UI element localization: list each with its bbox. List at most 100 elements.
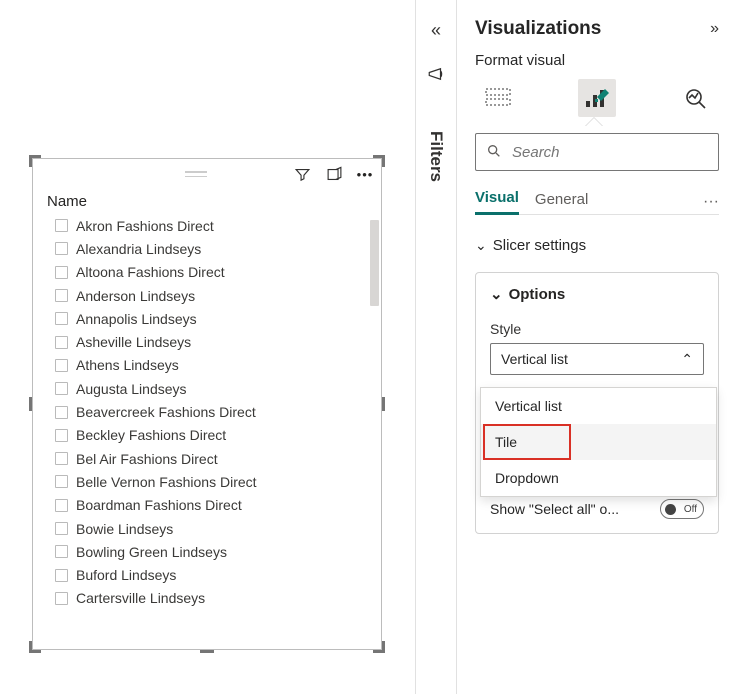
list-item-label: Boardman Fashions Direct xyxy=(76,497,242,513)
checkbox[interactable] xyxy=(55,359,68,372)
collapse-chevrons-icon[interactable]: « xyxy=(431,20,441,41)
tab-visual[interactable]: Visual xyxy=(475,189,519,215)
list-item-label: Altoona Fashions Direct xyxy=(76,264,225,280)
checkbox[interactable] xyxy=(55,592,68,605)
clear-filter-icon[interactable] xyxy=(289,161,315,187)
checkbox[interactable] xyxy=(55,569,68,582)
list-item-label: Augusta Lindseys xyxy=(76,381,187,397)
section-label: Slicer settings xyxy=(493,237,586,254)
list-item[interactable]: Athens Lindseys xyxy=(47,354,371,377)
checkbox[interactable] xyxy=(55,242,68,255)
list-item-label: Bel Air Fashions Direct xyxy=(76,451,218,467)
checkbox[interactable] xyxy=(55,312,68,325)
checkbox[interactable] xyxy=(55,545,68,558)
list-item-label: Bowling Green Lindseys xyxy=(76,544,227,560)
mode-pointer xyxy=(585,117,603,126)
focus-mode-icon[interactable] xyxy=(321,161,347,187)
format-mode-switch xyxy=(475,79,719,117)
format-visual-icon[interactable] xyxy=(578,79,616,117)
list-item[interactable]: Belle Vernon Fashions Direct xyxy=(47,470,371,493)
pane-title: Visualizations xyxy=(475,18,601,40)
resize-handle-right[interactable] xyxy=(382,397,385,411)
tabs-more-icon[interactable]: ··· xyxy=(703,193,719,211)
resize-corner-tl[interactable] xyxy=(29,155,41,167)
filters-icon[interactable] xyxy=(427,65,445,83)
checkbox[interactable] xyxy=(55,429,68,442)
build-visual-icon[interactable] xyxy=(479,79,517,117)
checkbox[interactable] xyxy=(55,266,68,279)
resize-handle-left[interactable] xyxy=(29,397,32,411)
style-option-dropdown[interactable]: Dropdown xyxy=(481,460,716,496)
list-item-label: Bowie Lindseys xyxy=(76,521,173,537)
list-item[interactable]: Buford Lindseys xyxy=(47,563,371,586)
style-selected-value: Vertical list xyxy=(501,351,568,367)
checkbox[interactable] xyxy=(55,475,68,488)
slicer-settings-section[interactable]: ⌄ Slicer settings xyxy=(475,237,719,254)
slicer-title: Name xyxy=(33,189,381,214)
scrollbar-thumb[interactable] xyxy=(370,220,379,306)
format-tabs: Visual General ··· xyxy=(475,189,719,215)
list-item[interactable]: Boardman Fashions Direct xyxy=(47,494,371,517)
drag-handle[interactable] xyxy=(185,171,207,177)
list-item-label: Asheville Lindseys xyxy=(76,334,191,350)
list-item-label: Beavercreek Fashions Direct xyxy=(76,404,256,420)
style-select[interactable]: Vertical list ⌃ xyxy=(490,343,704,375)
list-item-label: Buford Lindseys xyxy=(76,567,176,583)
more-options-icon[interactable]: ••• xyxy=(353,167,377,182)
visualizations-pane: Visualizations » Format visual Visual Ge… xyxy=(456,0,737,694)
list-item[interactable]: Akron Fashions Direct xyxy=(47,214,371,237)
list-item[interactable]: Cartersville Lindseys xyxy=(47,587,371,610)
checkbox[interactable] xyxy=(55,522,68,535)
tab-general[interactable]: General xyxy=(535,191,588,214)
list-item-label: Athens Lindseys xyxy=(76,357,179,373)
chevron-down-icon: ⌄ xyxy=(475,237,487,254)
style-option-tile[interactable]: Tile xyxy=(481,424,716,460)
checkbox[interactable] xyxy=(55,452,68,465)
switch-off[interactable]: Off xyxy=(660,499,704,519)
list-item[interactable]: Asheville Lindseys xyxy=(47,330,371,353)
resize-handle-bottom[interactable] xyxy=(200,650,214,653)
list-item[interactable]: Altoona Fashions Direct xyxy=(47,261,371,284)
list-item-label: Belle Vernon Fashions Direct xyxy=(76,474,257,490)
slicer-list[interactable]: Akron Fashions Direct Alexandria Lindseys… xyxy=(33,214,381,644)
filters-rail: « Filters xyxy=(416,0,456,694)
search-input[interactable] xyxy=(510,143,715,162)
list-item[interactable]: Anderson Lindseys xyxy=(47,284,371,307)
style-label: Style xyxy=(476,321,718,337)
checkbox[interactable] xyxy=(55,219,68,232)
filters-label[interactable]: Filters xyxy=(426,131,446,182)
checkbox[interactable] xyxy=(55,382,68,395)
list-item[interactable]: Alexandria Lindseys xyxy=(47,237,371,260)
format-search[interactable] xyxy=(475,133,719,171)
slicer-visual[interactable]: ••• Name Akron Fashions Direct Alexandria… xyxy=(32,158,382,650)
checkbox[interactable] xyxy=(55,406,68,419)
format-subheading: Format visual xyxy=(475,52,719,69)
analytics-icon[interactable] xyxy=(677,79,715,117)
list-item-label: Alexandria Lindseys xyxy=(76,241,201,257)
list-item-label: Anderson Lindseys xyxy=(76,288,195,304)
report-canvas: ••• Name Akron Fashions Direct Alexandria… xyxy=(0,0,416,694)
list-item[interactable]: Bowie Lindseys xyxy=(47,517,371,540)
style-dropdown: Vertical list Tile Dropdown xyxy=(480,387,717,497)
search-icon xyxy=(486,143,502,162)
toggle-select-all[interactable]: Show "Select all" o... Off xyxy=(490,499,704,519)
list-item[interactable]: Augusta Lindseys xyxy=(47,377,371,400)
toggle-label: Show "Select all" o... xyxy=(490,501,619,517)
list-item[interactable]: Bel Air Fashions Direct xyxy=(47,447,371,470)
list-item[interactable]: Beckley Fashions Direct xyxy=(47,424,371,447)
checkbox[interactable] xyxy=(55,289,68,302)
resize-corner-tr[interactable] xyxy=(373,155,385,167)
options-header[interactable]: ⌄ Options xyxy=(476,285,718,303)
list-item-label: Annapolis Lindseys xyxy=(76,311,197,327)
list-item[interactable]: Beavercreek Fashions Direct xyxy=(47,400,371,423)
visual-header: ••• xyxy=(33,159,381,189)
list-item-label: Akron Fashions Direct xyxy=(76,218,214,234)
list-item[interactable]: Annapolis Lindseys xyxy=(47,307,371,330)
checkbox[interactable] xyxy=(55,336,68,349)
list-item[interactable]: Bowling Green Lindseys xyxy=(47,540,371,563)
collapse-pane-icon[interactable]: » xyxy=(710,20,719,38)
chevron-down-icon: ⌄ xyxy=(490,285,503,303)
checkbox[interactable] xyxy=(55,499,68,512)
list-item-label: Cartersville Lindseys xyxy=(76,590,205,606)
style-option-vertical-list[interactable]: Vertical list xyxy=(481,388,716,424)
